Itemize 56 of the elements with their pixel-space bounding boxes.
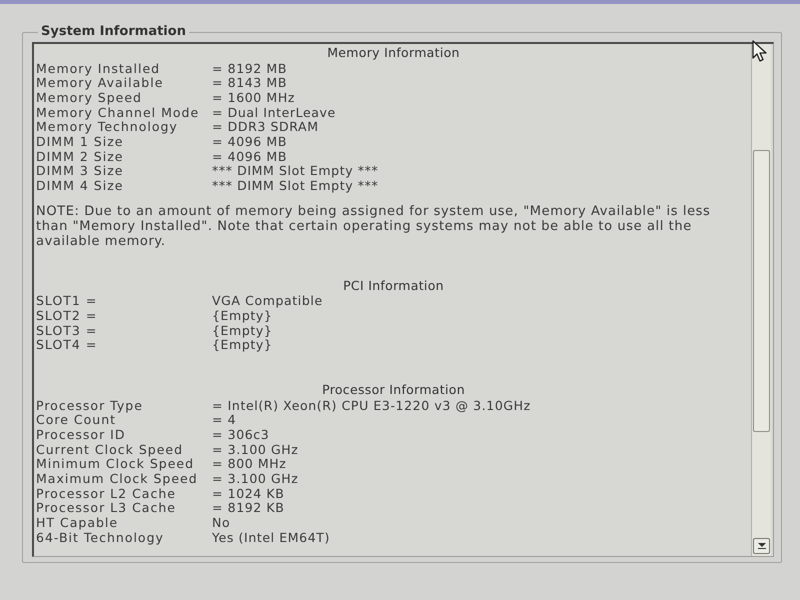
row-label: Memory Technology	[36, 120, 179, 135]
row-label: Memory Available	[36, 76, 164, 91]
row-value: = 3.100 GHz	[212, 442, 298, 458]
row-label: Core Count	[36, 413, 116, 428]
row-value: *** DIMM Slot Empty ***	[212, 179, 378, 194]
row-label: Processor ID	[36, 428, 126, 442]
row-value: {Empty}	[212, 308, 272, 324]
row-label: Processor L2 Cache	[36, 486, 176, 502]
row-label: SLOT2 =	[36, 308, 98, 324]
row-value: = 8192 MB	[212, 62, 287, 76]
row-value: = 4096 MB	[212, 150, 287, 164]
arrow-cursor-icon	[752, 40, 768, 62]
scroll-thumb[interactable]	[753, 150, 770, 432]
section-heading: Memory Information	[326, 46, 461, 60]
section-heading: PCI Information	[342, 278, 445, 294]
row-label: Memory Speed	[36, 90, 143, 106]
row-value: = 4	[212, 413, 236, 428]
row-label: Processor Type	[36, 398, 144, 414]
row-value: = 306c3	[212, 428, 270, 442]
row-label: DIMM 3 Size	[36, 164, 124, 179]
row-value: = 1600 MHz	[212, 90, 295, 106]
row-label: Minimum Clock Speed	[36, 457, 196, 472]
row-label: Processor L3 Cache	[36, 501, 177, 516]
row-value: {Empty}	[212, 324, 272, 338]
row-value: No	[212, 516, 230, 531]
scrollbar-track[interactable]	[751, 44, 771, 556]
scroll-down-button[interactable]	[753, 538, 770, 554]
note-text: NOTE: Due to an amount of memory being assigned for system use, "Memory Available" is less than "Memory Installed". Note that certain operating systems may not be able to use all the available memory.	[36, 204, 712, 249]
row-value: = 8143 MB	[212, 76, 287, 91]
group-box-title: System Information	[40, 25, 187, 39]
row-value: *** DIMM Slot Empty ***	[212, 164, 378, 179]
row-label: Maximum Clock Speed	[36, 472, 199, 486]
row-label: SLOT1 =	[36, 294, 98, 309]
row-value: = Intel(R) Xeon(R) CPU E3-1220 v3 @ 3.10GHz	[212, 398, 531, 414]
row-value: = Dual InterLeave	[212, 106, 336, 120]
row-label: Current Clock Speed	[36, 442, 184, 458]
row-label: HT Capable	[36, 516, 120, 531]
row-value: Yes (Intel EM64T)	[212, 530, 330, 546]
row-value: = DDR3 SDRAM	[212, 120, 319, 135]
row-label: SLOT3 =	[36, 324, 98, 338]
row-label: SLOT4 =	[36, 338, 98, 353]
row-value: = 3.100 GHz	[212, 472, 298, 486]
caret-down-icon	[758, 543, 766, 549]
row-label: DIMM 1 Size	[36, 135, 124, 150]
section-heading: Processor Information	[321, 382, 466, 398]
row-label: DIMM 2 Size	[36, 150, 124, 164]
row-label: Memory Channel Mode	[36, 106, 200, 120]
row-value: = 800 MHz	[212, 457, 286, 472]
row-label: DIMM 4 Size	[36, 179, 124, 194]
row-label: 64-Bit Technology	[36, 530, 165, 546]
row-value: VGA Compatible	[212, 294, 323, 309]
row-value: = 8192 KB	[212, 501, 284, 516]
row-value: {Empty}	[212, 338, 272, 353]
row-value: = 1024 KB	[212, 486, 284, 502]
row-label: Memory Installed	[36, 62, 162, 76]
row-value: = 4096 MB	[212, 135, 287, 150]
